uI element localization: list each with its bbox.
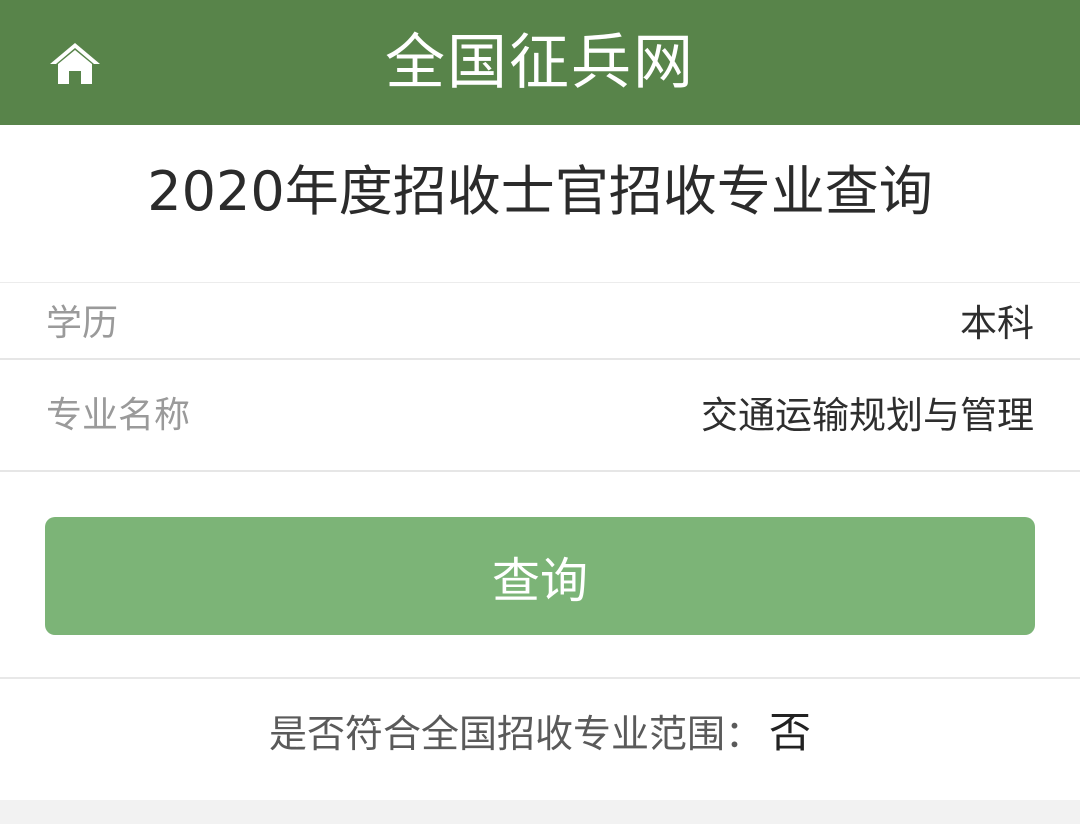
result-label: 是否符合全国招收专业范围： <box>268 712 763 756</box>
education-label: 学历 <box>46 302 119 344</box>
footer-band <box>0 800 1080 824</box>
education-value[interactable]: 本科 <box>960 293 1034 347</box>
home-icon <box>50 43 100 84</box>
app-header: 全国征兵网 <box>0 0 1080 125</box>
query-button[interactable]: 查询 <box>45 517 1035 635</box>
site-title: 全国征兵网 <box>385 27 695 98</box>
major-row[interactable]: 专业名称 交通运输规划与管理 <box>0 360 1080 472</box>
result-value: 否 <box>769 708 812 757</box>
major-value[interactable]: 交通运输规划与管理 <box>701 385 1034 439</box>
result-line: 是否符合全国招收专业范围：否 <box>0 708 1080 758</box>
major-label: 专业名称 <box>46 395 191 436</box>
divider <box>0 677 1080 679</box>
education-row[interactable]: 学历 本科 <box>0 282 1080 360</box>
home-button[interactable] <box>46 38 104 88</box>
page-title: 2020年度招收士官招收专业查询 <box>147 160 933 223</box>
